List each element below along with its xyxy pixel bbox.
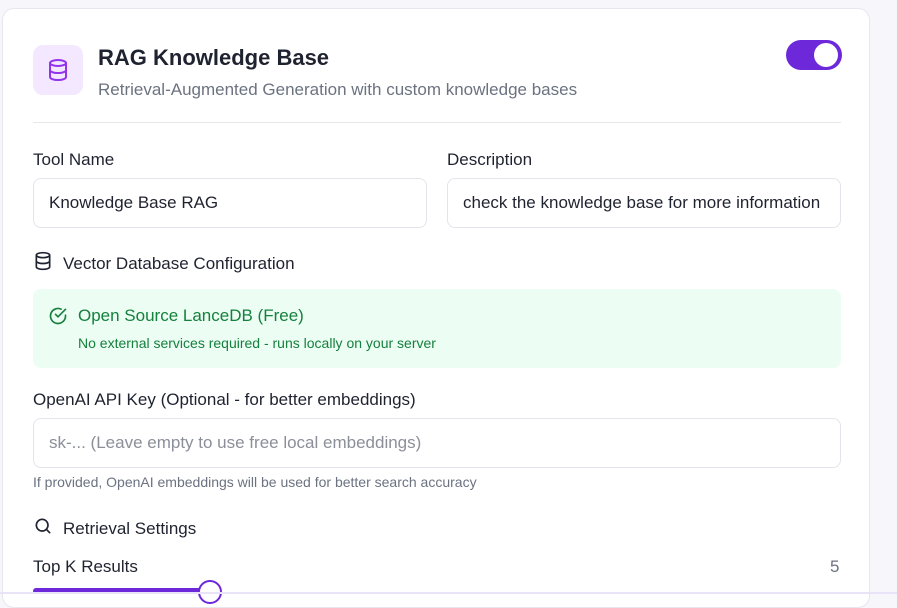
top-k-label: Top K Results xyxy=(33,557,138,576)
search-icon xyxy=(33,516,53,541)
rag-tool-card: RAG Knowledge Base Retrieval-Augmented G… xyxy=(2,8,870,608)
description-label: Description xyxy=(447,150,533,169)
tool-name-label: Tool Name xyxy=(33,150,115,169)
description-input[interactable] xyxy=(447,178,841,228)
card-title: RAG Knowledge Base xyxy=(98,45,330,70)
openai-key-label: OpenAI API Key (Optional - for better em… xyxy=(33,390,416,409)
openai-key-input[interactable] xyxy=(33,418,841,468)
lancedb-option: Open Source LanceDB (Free) No external s… xyxy=(33,289,841,368)
database-icon xyxy=(33,45,83,95)
top-k-value: 5 xyxy=(830,557,840,576)
vector-db-section-header: Vector Database Configuration xyxy=(33,251,295,276)
lancedb-description: No external services required - runs loc… xyxy=(78,335,436,351)
database-icon xyxy=(33,251,53,276)
lancedb-title: Open Source LanceDB (Free) xyxy=(78,306,304,325)
check-circle-icon xyxy=(48,306,68,331)
header-divider xyxy=(33,122,841,123)
retrieval-section-header: Retrieval Settings xyxy=(33,516,196,541)
retrieval-section-title: Retrieval Settings xyxy=(63,518,197,538)
card-subtitle: Retrieval-Augmented Generation with cust… xyxy=(98,80,578,99)
enable-toggle[interactable] xyxy=(786,40,842,70)
toggle-knob xyxy=(814,43,838,67)
vector-db-section-title: Vector Database Configuration xyxy=(63,253,295,273)
tool-name-input[interactable] xyxy=(33,178,427,228)
openai-key-hint: If provided, OpenAI embeddings will be u… xyxy=(33,474,477,490)
